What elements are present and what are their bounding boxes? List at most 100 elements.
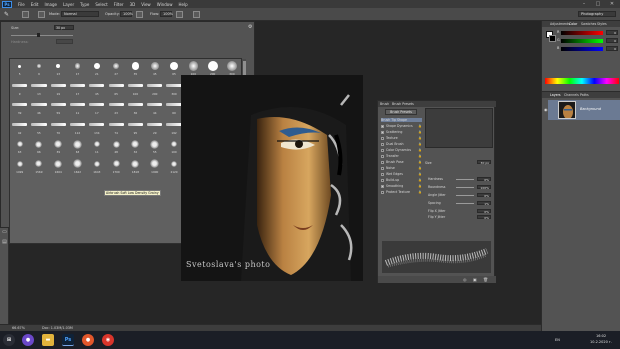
lock-icon[interactable]: 🔒: [418, 172, 422, 176]
cortana-icon[interactable]: ●: [22, 334, 34, 346]
brush-option-wet-edges[interactable]: Wet Edges: [381, 172, 403, 176]
language-indicator[interactable]: EN: [555, 338, 560, 342]
brush-tip-item[interactable]: 1569: [29, 157, 48, 177]
tab-color[interactable]: Color: [569, 22, 577, 26]
menu-window[interactable]: Window: [157, 2, 173, 7]
checkbox[interactable]: [381, 184, 384, 188]
mode-select[interactable]: Normal: [61, 11, 99, 17]
brush-tip-item[interactable]: 35: [126, 59, 145, 79]
brush-tip-item[interactable]: 65: [107, 79, 126, 99]
color-g-slider[interactable]: [561, 39, 603, 43]
brush-tip-item[interactable]: 13: [49, 59, 68, 79]
document-image[interactable]: [181, 75, 363, 281]
lock-icon[interactable]: 🔒: [418, 178, 422, 182]
brush-tip-item[interactable]: 1604: [49, 157, 68, 177]
brush-tip-item[interactable]: 1818: [126, 157, 145, 177]
menu-3d[interactable]: 3D: [130, 2, 136, 7]
checkbox[interactable]: [381, 178, 384, 182]
brush-tip-item[interactable]: 39: [49, 137, 68, 157]
gradient-icon[interactable]: ▤: [1, 239, 8, 246]
checkbox[interactable]: [381, 136, 384, 140]
photoshop-taskbar-icon[interactable]: Ps: [62, 334, 74, 346]
checkbox[interactable]: [381, 142, 384, 146]
brush-tip-item[interactable]: 55: [145, 137, 164, 157]
brush-tip-item[interactable]: 5: [10, 59, 29, 79]
menu-type[interactable]: Type: [80, 2, 89, 7]
checkbox[interactable]: [381, 166, 384, 170]
slider-value[interactable]: 0%: [477, 193, 491, 198]
slider-track[interactable]: [456, 187, 474, 188]
brush-tip-item[interactable]: 46: [29, 98, 48, 118]
gear-icon[interactable]: ⚙: [248, 24, 252, 30]
checkbox[interactable]: [381, 160, 384, 164]
menu-file[interactable]: File: [18, 2, 25, 7]
color-g-input[interactable]: 0: [606, 38, 618, 43]
brush-tip-item[interactable]: 100: [126, 79, 145, 99]
size-slider[interactable]: [11, 35, 73, 36]
brush-tip-item[interactable]: 134: [87, 118, 106, 138]
tab-adjustments[interactable]: Adjustments: [550, 22, 570, 26]
brush-option-smoothing[interactable]: Smoothing: [381, 184, 403, 188]
clock-date[interactable]: 10.2.2020 г.: [590, 340, 612, 344]
brush-tip-item[interactable]: 200: [145, 79, 164, 99]
lock-icon[interactable]: 🔒: [418, 190, 422, 194]
tab-channels[interactable]: Channels: [564, 93, 579, 97]
checkbox[interactable]: [381, 130, 384, 134]
brush-tip-item[interactable]: 59: [49, 98, 68, 118]
brush-tip-item[interactable]: 11: [87, 137, 106, 157]
slider-value[interactable]: 1%: [477, 201, 491, 206]
brush-tip-item[interactable]: 42: [10, 118, 29, 138]
lock-icon[interactable]: 🔒: [418, 124, 422, 128]
brush-option-transfer[interactable]: Transfer: [381, 154, 399, 158]
brush-tip-item[interactable]: 23: [107, 98, 126, 118]
zoom-level[interactable]: 66.67%: [12, 326, 25, 330]
brush-option-color-dynamics[interactable]: Color Dynamics: [381, 148, 411, 152]
brush-tip-item[interactable]: 48: [107, 137, 126, 157]
brush-tip-item[interactable]: 45: [145, 59, 164, 79]
opacity-input[interactable]: 100%: [120, 11, 133, 17]
checkbox[interactable]: [381, 172, 384, 176]
slider-track[interactable]: [456, 203, 474, 204]
brush-tip-item[interactable]: 9: [10, 79, 29, 99]
tab-styles[interactable]: Styles: [597, 22, 607, 26]
size-input[interactable]: 30 px: [54, 25, 74, 30]
brush-option-build-up[interactable]: Build-up: [381, 178, 399, 182]
maximize-button[interactable]: □: [592, 0, 604, 8]
toggle-live-tip-icon[interactable]: ◎: [463, 277, 467, 282]
layer-row-background[interactable]: ◉ Background: [544, 100, 620, 120]
lock-icon[interactable]: 🔒: [418, 148, 422, 152]
brush-option-scattering[interactable]: Scattering: [381, 130, 402, 134]
brush-tip-item[interactable]: 27: [107, 59, 126, 79]
brush-tip-item[interactable]: 95: [126, 118, 145, 138]
brush-tip-item[interactable]: 13: [29, 79, 48, 99]
checkbox[interactable]: [381, 190, 384, 194]
clock-time[interactable]: 16:02: [596, 334, 606, 338]
lock-icon[interactable]: 🔒: [418, 184, 422, 188]
slider-value[interactable]: 0%: [477, 177, 491, 182]
tab-brush[interactable]: Brush: [380, 102, 389, 106]
brush-option-shape-dynamics[interactable]: Shape Dynamics: [381, 124, 413, 128]
trash-icon[interactable]: 🗑: [483, 277, 488, 282]
checkbox[interactable]: [381, 154, 384, 158]
pressure-size-icon[interactable]: [193, 11, 200, 18]
brush-tip-item[interactable]: 9: [29, 59, 48, 79]
menu-filter[interactable]: Filter: [114, 2, 124, 7]
lock-icon[interactable]: 🔒: [418, 166, 422, 170]
firefox-icon[interactable]: ●: [82, 334, 94, 346]
brush-tip-item[interactable]: 1900: [145, 157, 164, 177]
brush-tip-item[interactable]: 63: [68, 137, 87, 157]
menu-edit[interactable]: Edit: [31, 2, 39, 7]
new-preset-icon[interactable]: ▣: [473, 277, 477, 282]
brush-tip-item[interactable]: 11: [68, 98, 87, 118]
lock-icon[interactable]: 🔒: [418, 130, 422, 134]
brush-option-texture[interactable]: Texture: [381, 136, 398, 140]
brush-tip-item[interactable]: 29: [145, 118, 164, 138]
brush-presets-button[interactable]: Brush Presets: [385, 109, 417, 115]
brush-tip-item[interactable]: 1499: [10, 157, 29, 177]
brush-tip-item[interactable]: 74: [107, 118, 126, 138]
size-slider-handle[interactable]: [37, 33, 40, 37]
tab-paths[interactable]: Paths: [580, 93, 589, 97]
jitter-value[interactable]: 0%: [477, 215, 491, 220]
tab-layers[interactable]: Layers: [550, 93, 561, 97]
bp-size-input[interactable]: 30 px: [477, 160, 491, 165]
